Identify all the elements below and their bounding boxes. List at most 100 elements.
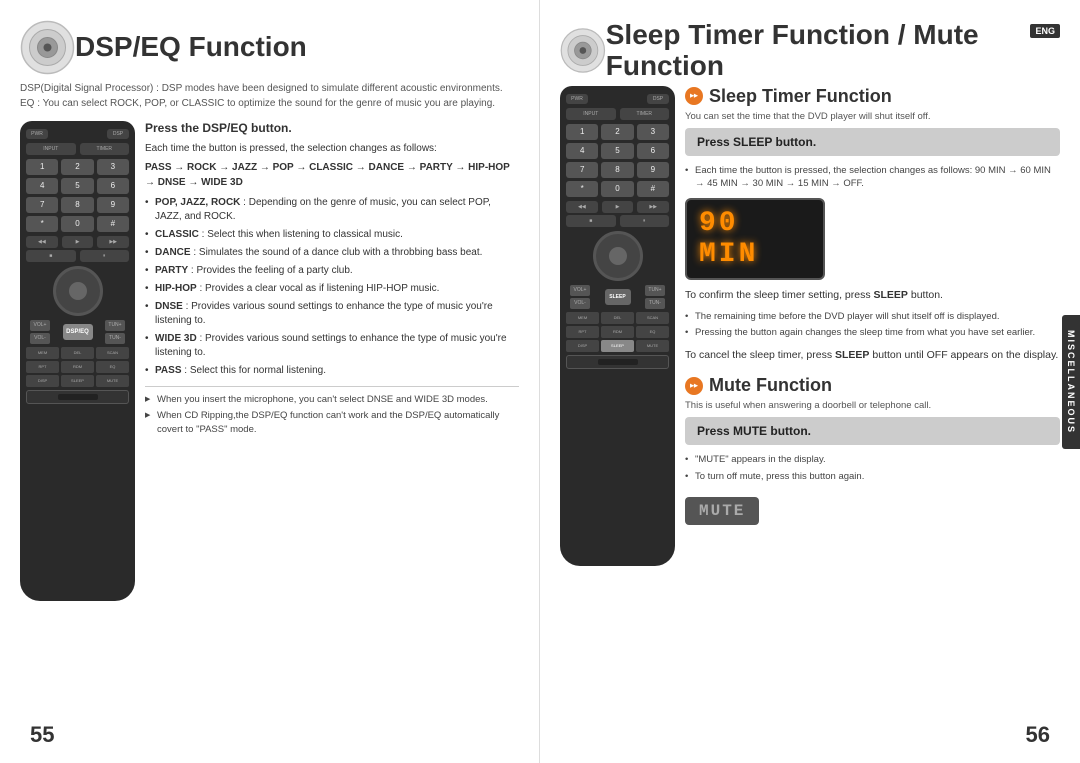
remote-dpad-r [593, 231, 643, 281]
remote-top-buttons: PWR DSP [26, 129, 129, 139]
num-9: 9 [97, 197, 129, 213]
num-1-r: 1 [566, 124, 598, 140]
right-page-title: Sleep Timer Function / Mute Function [606, 20, 1021, 82]
mic-slot-inner [58, 394, 98, 400]
remote-bottom-grid: MEM DEL SCAN RPT RDM EQ DISP SLEEP MUTE [26, 347, 129, 387]
remote-bottom-grid-r: MEM DEL SCAN RPT RDM EQ DISP SLEEP MUTE [566, 312, 669, 352]
right-instructions: Sleep Timer Function You can set the tim… [685, 86, 1060, 566]
remote-media-row1: ◀◀ ▶ ▶▶ [26, 236, 129, 248]
remote-dpad [53, 266, 103, 316]
mute-bullet-2: To turn off mute, press this button agai… [685, 470, 1060, 483]
remote-vol-area-r: VOL+ VOL- SLEEP TUN+ TUN- [566, 285, 669, 309]
bot-7-r: DISP [566, 340, 599, 352]
remote-vol-area: VOL+ VOL- DSP/EQ TUN+ TUN- [26, 320, 129, 344]
bullet-wide3d: WIDE 3D : Provides various sound setting… [145, 332, 519, 360]
sleep-timer-title: Sleep Timer Function [685, 86, 1060, 107]
right-page: Sleep Timer Function / Mute Function ENG… [540, 0, 1080, 763]
num-5-r: 5 [601, 143, 633, 159]
bullet-dnse: DNSE : Provides various sound settings t… [145, 300, 519, 328]
remote-nav-circle [26, 266, 129, 316]
dspeq-btn-r: DSP [647, 94, 669, 104]
tune-dn-r: TUN- [645, 298, 665, 309]
num-6: 6 [97, 178, 129, 194]
left-instructions: Press the DSP/EQ button. Each time the b… [145, 121, 519, 601]
bot-1: MEM [26, 347, 59, 359]
instruction-title: Press the DSP/EQ button. [145, 121, 519, 135]
mute-section: Mute Function This is useful when answer… [685, 375, 1060, 525]
num-star: * [26, 216, 58, 232]
mic-slot-inner-r [598, 359, 638, 365]
remote-tune-col-r: TUN+ TUN- [645, 285, 665, 309]
remote-top-buttons-r: PWR DSP [566, 94, 669, 104]
bot-1-r: MEM [566, 312, 599, 324]
instruction-desc: Each time the button is pressed, the sel… [145, 141, 519, 156]
eng-badge: ENG [1030, 24, 1060, 38]
sleep-note-2: Pressing the button again changes the sl… [685, 326, 1060, 339]
bullet-dance: DANCE : Simulates the sound of a dance c… [145, 246, 519, 260]
remote-wide2: TIMER [80, 143, 130, 155]
num-hash-r: # [637, 181, 669, 197]
remote-enter [69, 282, 87, 300]
num-5: 5 [61, 178, 93, 194]
mode-chain: PASS → ROCK → JAZZ → POP → CLASSIC → DAN… [145, 160, 519, 190]
bot-6-r: EQ [636, 326, 669, 338]
vol-up: VOL+ [30, 320, 50, 331]
left-subtitle: DSP(Digital Signal Processor) : DSP mode… [20, 81, 519, 111]
dspeq-btn: DSP [107, 129, 129, 139]
sleep-display-panel: 90 MIN [685, 198, 825, 280]
mute-desc: This is useful when answering a doorbell… [685, 400, 1060, 411]
vol-dn-r: VOL- [570, 298, 590, 309]
page-number-left: 55 [30, 722, 54, 748]
sleep-display-value: 90 MIN [699, 208, 811, 270]
remote-wide1: INPUT [26, 143, 76, 155]
remote-mic-slot-r [566, 355, 669, 369]
bot-8: SLEEP [61, 375, 94, 387]
remote-nav-circle-r [566, 231, 669, 281]
mute-bullet-list: "MUTE" appears in the display. To turn o… [685, 453, 1060, 483]
remote-stop-r: ■ [566, 215, 616, 227]
sleep-highlight-btn: SLEEP [605, 289, 631, 305]
remote-media-row2: ■ ⏸ [26, 250, 129, 262]
bot-9-r: MUTE [636, 340, 669, 352]
sleep-confirm-text: To confirm the sleep timer setting, pres… [685, 288, 1060, 304]
bot-3: SCAN [96, 347, 129, 359]
sleep-func-icon [685, 87, 703, 105]
mute-display-value: MUTE [699, 502, 745, 520]
sleep-note-list: The remaining time before the DVD player… [685, 310, 1060, 340]
remote-play: ▶ [62, 236, 94, 248]
bullet-classic: CLASSIC : Select this when listening to … [145, 228, 519, 242]
left-page: DSP/EQ Function DSP(Digital Signal Proce… [0, 0, 540, 763]
remote-pause-r: ⏸ [620, 215, 670, 227]
bot-4-r: RPT [566, 326, 599, 338]
mute-display-panel: MUTE [685, 497, 759, 525]
remote-wide1-r: INPUT [566, 108, 616, 120]
remote-tune-col: TUN+ TUN- [105, 320, 125, 344]
sleep-bullet-1: Each time the button is pressed, the sel… [685, 164, 1060, 191]
bot-6: EQ [96, 361, 129, 373]
speaker-icon-right [560, 23, 606, 78]
sleep-timer-section: Sleep Timer Function You can set the tim… [685, 86, 1060, 364]
sleep-note-1: The remaining time before the DVD player… [685, 310, 1060, 323]
sleep-bullet-list: Each time the button is pressed, the sel… [685, 164, 1060, 191]
num-8-r: 8 [601, 162, 633, 178]
bullet-hiphop: HIP-HOP : Provides a clear vocal as if l… [145, 282, 519, 296]
num-0: 0 [61, 216, 93, 232]
note-list: When you insert the microphone, you can'… [145, 386, 519, 436]
vol-dn: VOL- [30, 333, 50, 344]
remote-media-row1-r: ◀◀ ▶ ▶▶ [566, 201, 669, 213]
mute-title: Mute Function [685, 375, 1060, 396]
remote-row-top-r: INPUT TIMER [566, 108, 669, 120]
num-7-r: 7 [566, 162, 598, 178]
left-content-area: PWR DSP INPUT TIMER 1 2 3 4 5 6 7 8 9 * … [20, 121, 519, 601]
speaker-icon-left [20, 20, 75, 75]
num-7: 7 [26, 197, 58, 213]
num-6-r: 6 [637, 143, 669, 159]
remote-numpad: 1 2 3 4 5 6 7 8 9 * 0 # [26, 159, 129, 232]
tune-up-r: TUN+ [645, 285, 665, 296]
tune-up: TUN+ [105, 320, 125, 331]
remote-enter-r [609, 247, 627, 265]
remote-vol-col-left-r: VOL+ VOL- [570, 285, 590, 309]
vol-up-r: VOL+ [570, 285, 590, 296]
bullet-party: PARTY : Provides the feeling of a party … [145, 264, 519, 278]
bot-4: RPT [26, 361, 59, 373]
